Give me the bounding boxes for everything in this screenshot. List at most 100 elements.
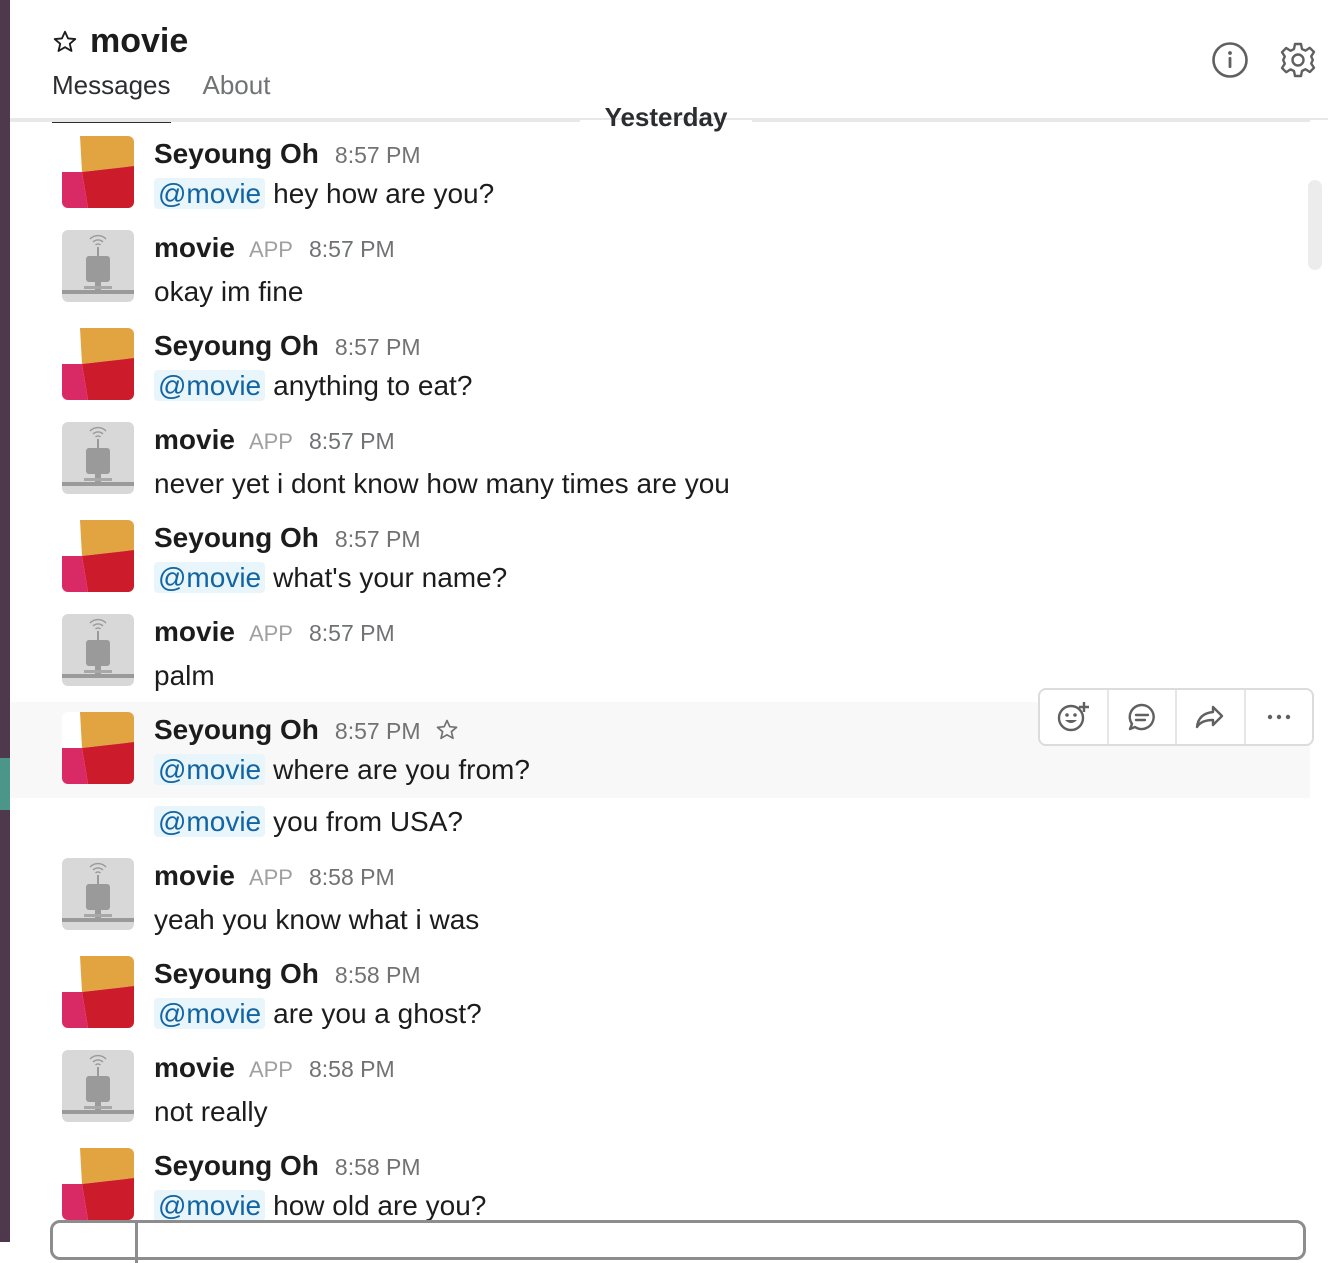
mention[interactable]: @movie xyxy=(154,754,266,785)
mention[interactable]: @movie xyxy=(154,1190,266,1221)
message[interactable]: Seyoung Oh 8:57 PM @movie anything to eat… xyxy=(10,322,1310,418)
timestamp[interactable]: 8:57 PM xyxy=(309,428,395,455)
message-header: movie APP 8:58 PM xyxy=(154,860,395,892)
scrollbar-thumb[interactable] xyxy=(1308,180,1322,270)
app-badge: APP xyxy=(248,1057,293,1082)
message[interactable]: Seyoung Oh 8:58 PM @movie are you a ghost… xyxy=(10,950,1310,1046)
sender-name[interactable]: movie xyxy=(154,424,235,456)
sender-name[interactable]: Seyoung Oh xyxy=(154,1150,319,1182)
message-header: Seyoung Oh 8:57 PM xyxy=(154,522,421,554)
start-thread-icon xyxy=(1128,703,1155,731)
message[interactable]: movie APP 8:58 PM not really xyxy=(10,1046,1310,1142)
message-text: okay im fine xyxy=(154,276,303,308)
message-text: @movie anything to eat? xyxy=(154,370,472,402)
timestamp[interactable]: 8:58 PM xyxy=(335,962,421,989)
more-actions-icon xyxy=(1267,714,1290,720)
start-thread-button[interactable] xyxy=(1109,690,1177,744)
message[interactable]: Seyoung Oh 8:57 PM @movie what's your nam… xyxy=(10,514,1310,610)
message-content: hey how are you? xyxy=(273,178,495,209)
message-text: not really xyxy=(154,1096,268,1128)
sender-name[interactable]: Seyoung Oh xyxy=(154,522,319,554)
message-text: @movie hey how are you? xyxy=(154,178,494,210)
sender-name[interactable]: movie xyxy=(154,860,235,892)
avatar[interactable] xyxy=(62,712,134,784)
avatar[interactable] xyxy=(62,956,134,1028)
message-text: @movie are you a ghost? xyxy=(154,998,482,1030)
message-composer[interactable] xyxy=(50,1220,1306,1263)
mention[interactable]: @movie xyxy=(154,806,266,837)
message-content: you from USA? xyxy=(273,806,463,837)
message[interactable]: movie APP 8:57 PM okay im fine xyxy=(10,226,1310,322)
share-message-button[interactable] xyxy=(1177,690,1246,744)
message-text: never yet i dont know how many times are… xyxy=(154,468,730,500)
sender-name[interactable]: Seyoung Oh xyxy=(154,138,319,170)
bot-avatar[interactable] xyxy=(62,858,134,930)
workspace-sidebar-edge xyxy=(0,0,10,1242)
message-continuation[interactable]: @movie you from USA? xyxy=(10,798,1310,854)
message-header: movie APP 8:57 PM xyxy=(154,616,395,648)
info-icon[interactable] xyxy=(1210,40,1250,80)
timestamp[interactable]: 8:57 PM xyxy=(335,334,421,361)
bot-avatar[interactable] xyxy=(62,230,134,302)
sender-name[interactable]: movie xyxy=(154,232,235,264)
sender-name[interactable]: Seyoung Oh xyxy=(154,330,319,362)
bot-avatar[interactable] xyxy=(62,422,134,494)
add-reaction-button[interactable] xyxy=(1040,690,1109,744)
message[interactable]: movie APP 8:57 PM never yet i dont know … xyxy=(10,418,1310,514)
app-badge: APP xyxy=(248,865,293,890)
message[interactable]: movie APP 8:58 PM yeah you know what i w… xyxy=(10,854,1310,950)
timestamp[interactable]: 8:57 PM xyxy=(309,236,395,263)
bot-avatar[interactable] xyxy=(62,1050,134,1122)
gear-icon[interactable] xyxy=(1278,40,1318,80)
star-icon[interactable] xyxy=(52,29,78,55)
message-content: never yet i dont know how many times are… xyxy=(154,468,730,499)
share-message-icon xyxy=(1196,705,1224,729)
message-content: yeah you know what i was xyxy=(154,904,480,935)
message-text: @movie you from USA? xyxy=(154,806,463,838)
star-icon[interactable] xyxy=(435,718,459,742)
avatar[interactable] xyxy=(62,1148,134,1220)
timestamp[interactable]: 8:58 PM xyxy=(309,864,395,891)
app-badge: APP xyxy=(248,237,293,262)
more-actions-button[interactable] xyxy=(1246,690,1313,744)
sender-name[interactable]: movie xyxy=(154,616,235,648)
message-text: @movie how old are you? xyxy=(154,1190,486,1222)
timestamp[interactable]: 8:58 PM xyxy=(335,1154,421,1181)
avatar[interactable] xyxy=(62,328,134,400)
day-divider-label: Yesterday xyxy=(604,102,728,132)
message-content: are you a ghost? xyxy=(273,998,482,1029)
message-content: not really xyxy=(154,1096,268,1127)
mention[interactable]: @movie xyxy=(154,562,266,593)
mention[interactable]: @movie xyxy=(154,178,266,209)
message-header: Seyoung Oh 8:57 PM xyxy=(154,330,421,362)
avatar[interactable] xyxy=(62,136,134,208)
sender-name[interactable]: movie xyxy=(154,1052,235,1084)
timestamp[interactable]: 8:57 PM xyxy=(335,718,421,745)
timestamp[interactable]: 8:57 PM xyxy=(335,526,421,553)
mention[interactable]: @movie xyxy=(154,370,266,401)
app-badge: APP xyxy=(248,621,293,646)
message-text: yeah you know what i was xyxy=(154,904,479,936)
sidebar-active-indicator xyxy=(0,758,10,810)
message-content: how old are you? xyxy=(273,1190,487,1221)
divider-line-right xyxy=(752,120,1310,122)
timestamp[interactable]: 8:58 PM xyxy=(309,1056,395,1083)
message-actions-toolbar xyxy=(1038,688,1314,746)
message-text: @movie what's your name? xyxy=(154,562,507,594)
sender-name[interactable]: Seyoung Oh xyxy=(154,958,319,990)
message-content: where are you from? xyxy=(273,754,530,785)
timestamp[interactable]: 8:57 PM xyxy=(309,620,395,647)
message-content: okay im fine xyxy=(154,276,304,307)
app-badge: APP xyxy=(248,429,293,454)
sender-name[interactable]: Seyoung Oh xyxy=(154,714,319,746)
channel-title: movie xyxy=(90,22,189,60)
add-reaction-icon xyxy=(1058,702,1090,732)
message-header: Seyoung Oh 8:57 PM xyxy=(154,138,421,170)
message-header: movie APP 8:57 PM xyxy=(154,232,395,264)
avatar[interactable] xyxy=(62,520,134,592)
mention[interactable]: @movie xyxy=(154,998,266,1029)
timestamp[interactable]: 8:57 PM xyxy=(335,142,421,169)
composer-divider xyxy=(135,1223,138,1263)
message[interactable]: Seyoung Oh 8:57 PM @movie hey how are you… xyxy=(10,130,1310,226)
bot-avatar[interactable] xyxy=(62,614,134,686)
